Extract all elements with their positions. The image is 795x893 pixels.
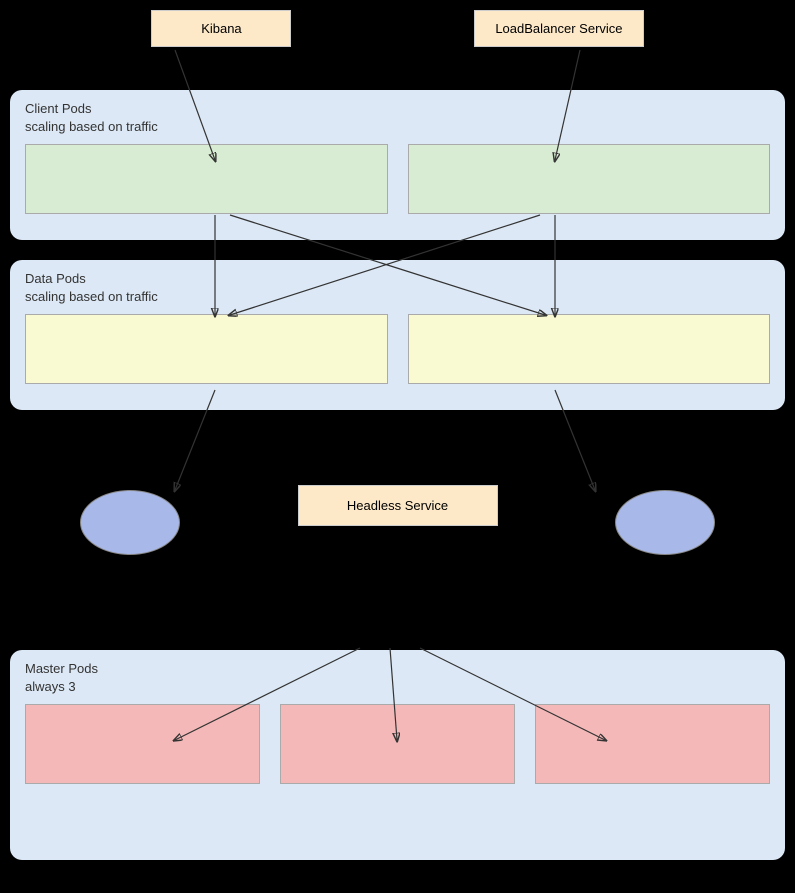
data-pod-1 bbox=[25, 314, 388, 384]
client-pod-boxes-row bbox=[25, 144, 770, 214]
master-pod-2 bbox=[280, 704, 515, 784]
master-pods-label: Master Pods always 3 bbox=[25, 660, 770, 696]
master-pod-1 bbox=[25, 704, 260, 784]
data-pods-group: Data Pods scaling based on traffic bbox=[10, 260, 785, 410]
ellipse-right bbox=[615, 490, 715, 555]
data-pod-2 bbox=[408, 314, 771, 384]
ellipse-left bbox=[80, 490, 180, 555]
client-pod-1 bbox=[25, 144, 388, 214]
loadbalancer-label: LoadBalancer Service bbox=[495, 21, 622, 36]
master-pods-group: Master Pods always 3 bbox=[10, 650, 785, 860]
diagram-container: Kibana LoadBalancer Service Client Pods … bbox=[0, 0, 795, 893]
client-pods-label: Client Pods scaling based on traffic bbox=[25, 100, 770, 136]
headless-label: Headless Service bbox=[347, 498, 448, 513]
kibana-label: Kibana bbox=[201, 21, 241, 36]
middle-section: Headless Service bbox=[0, 430, 795, 630]
master-pod-boxes-row bbox=[25, 704, 770, 784]
data-pod-boxes-row bbox=[25, 314, 770, 384]
master-pod-3 bbox=[535, 704, 770, 784]
loadbalancer-box: LoadBalancer Service bbox=[474, 10, 643, 47]
client-pod-2 bbox=[408, 144, 771, 214]
data-pods-label: Data Pods scaling based on traffic bbox=[25, 270, 770, 306]
top-boxes: Kibana LoadBalancer Service bbox=[0, 10, 795, 47]
headless-service-box: Headless Service bbox=[298, 485, 498, 526]
kibana-box: Kibana bbox=[151, 10, 291, 47]
client-pods-group: Client Pods scaling based on traffic bbox=[10, 90, 785, 240]
